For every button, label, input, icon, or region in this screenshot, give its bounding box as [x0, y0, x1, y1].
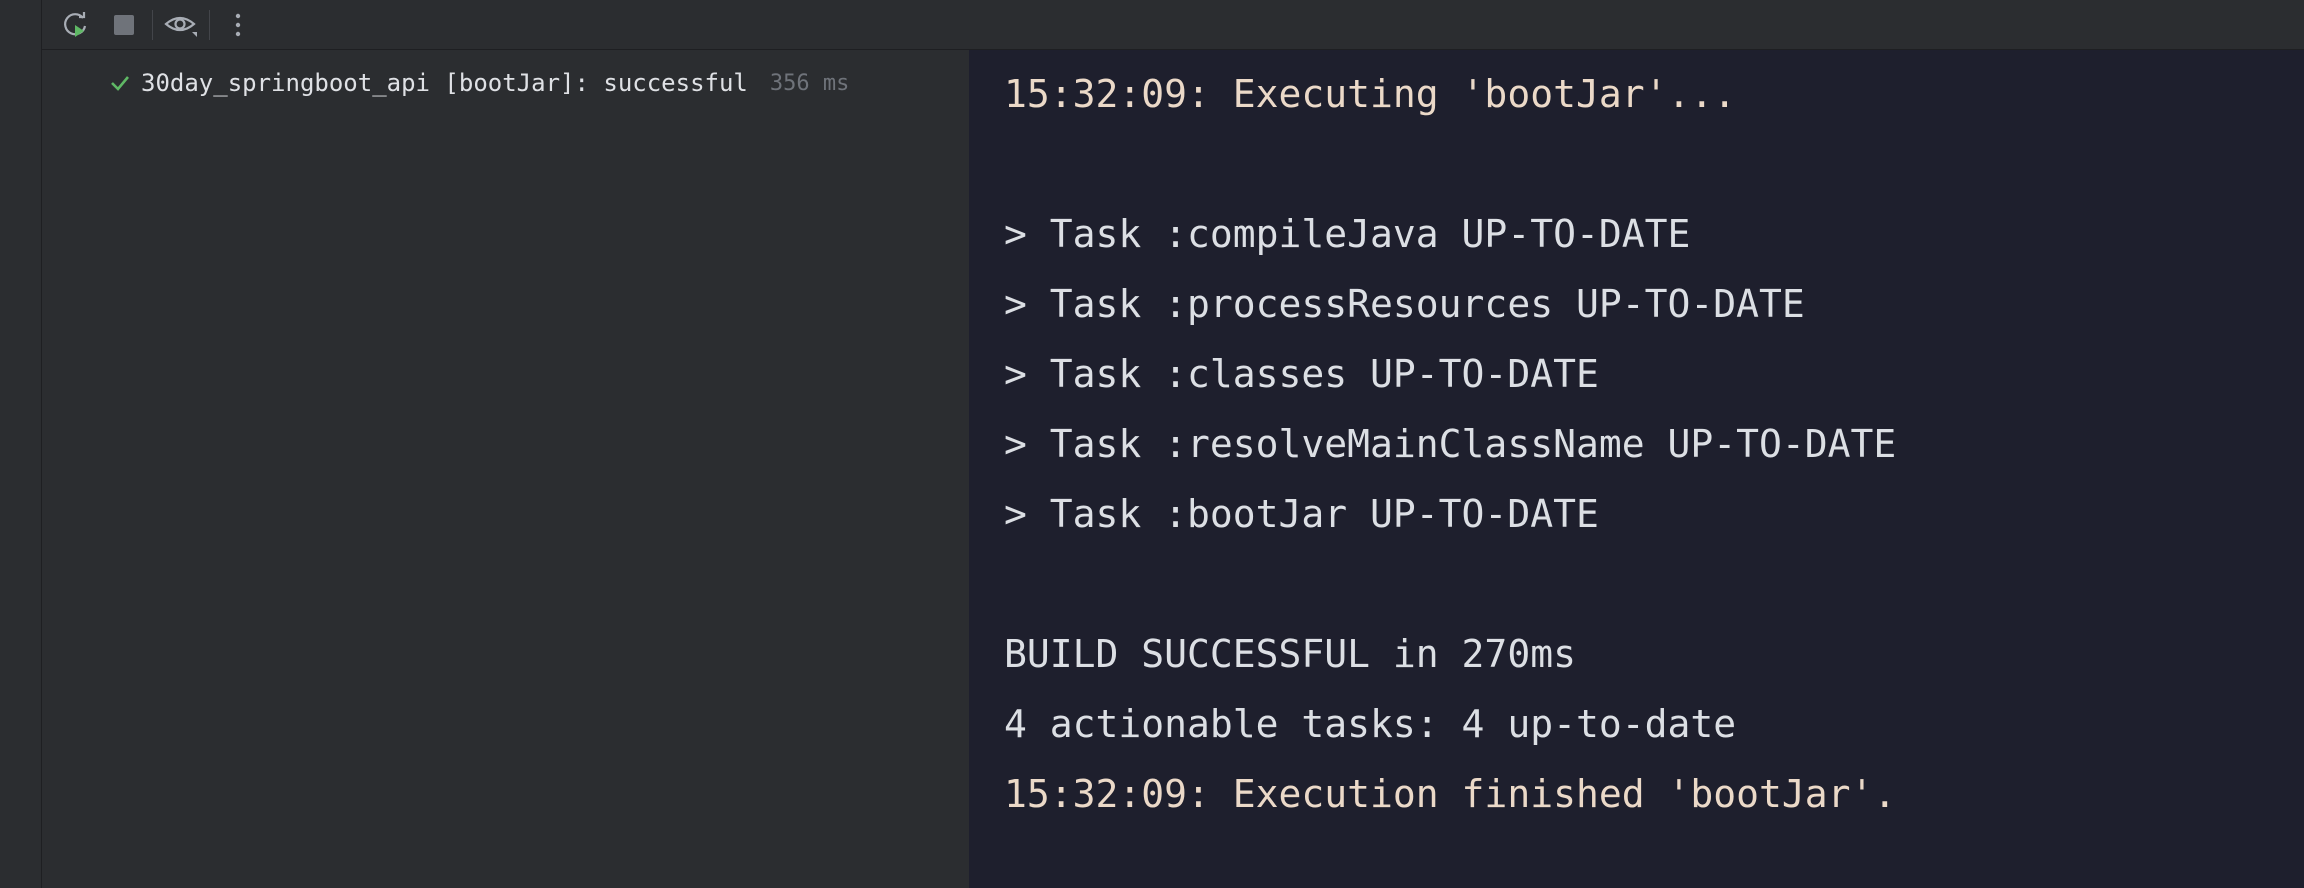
more-vertical-icon — [233, 11, 243, 39]
rerun-icon — [61, 10, 91, 40]
console-task-line: > Task :processResources UP-TO-DATE — [1004, 282, 1805, 326]
more-options-button[interactable] — [218, 5, 258, 45]
checkmark-icon — [109, 72, 131, 94]
eye-icon — [163, 10, 199, 40]
build-tree-panel: 30day_springboot_api [bootJar]: successf… — [43, 50, 969, 888]
console-build-result: BUILD SUCCESSFUL in 270ms — [1004, 632, 1576, 676]
toolbar-separator — [152, 9, 153, 40]
left-gutter — [0, 0, 42, 888]
build-tool-window: 30day_springboot_api [bootJar]: successf… — [0, 0, 2304, 888]
view-options-button[interactable] — [161, 5, 201, 45]
console-summary: 4 actionable tasks: 4 up-to-date — [1004, 702, 1737, 746]
console-end-line: 15:32:09: Execution finished 'bootJar'. — [1004, 772, 1897, 816]
console-task-line: > Task :compileJava UP-TO-DATE — [1004, 212, 1691, 256]
build-tree-item[interactable]: 30day_springboot_api [bootJar]: successf… — [109, 66, 849, 100]
build-item-label: 30day_springboot_api [bootJar]: successf… — [141, 69, 748, 97]
build-toolbar — [42, 0, 2304, 50]
console-task-line: > Task :bootJar UP-TO-DATE — [1004, 492, 1599, 536]
toolbar-separator — [209, 9, 210, 40]
console-start-line: 15:32:09: Executing 'bootJar'... — [1004, 72, 1737, 116]
rerun-button[interactable] — [56, 5, 96, 45]
stop-icon — [111, 12, 137, 38]
stop-button[interactable] — [104, 5, 144, 45]
console-task-line: > Task :resolveMainClassName UP-TO-DATE — [1004, 422, 1897, 466]
console-task-line: > Task :classes UP-TO-DATE — [1004, 352, 1599, 396]
console-output[interactable]: 15:32:09: Executing 'bootJar'... > Task … — [969, 50, 2304, 888]
build-item-duration: 356 ms — [769, 70, 850, 96]
